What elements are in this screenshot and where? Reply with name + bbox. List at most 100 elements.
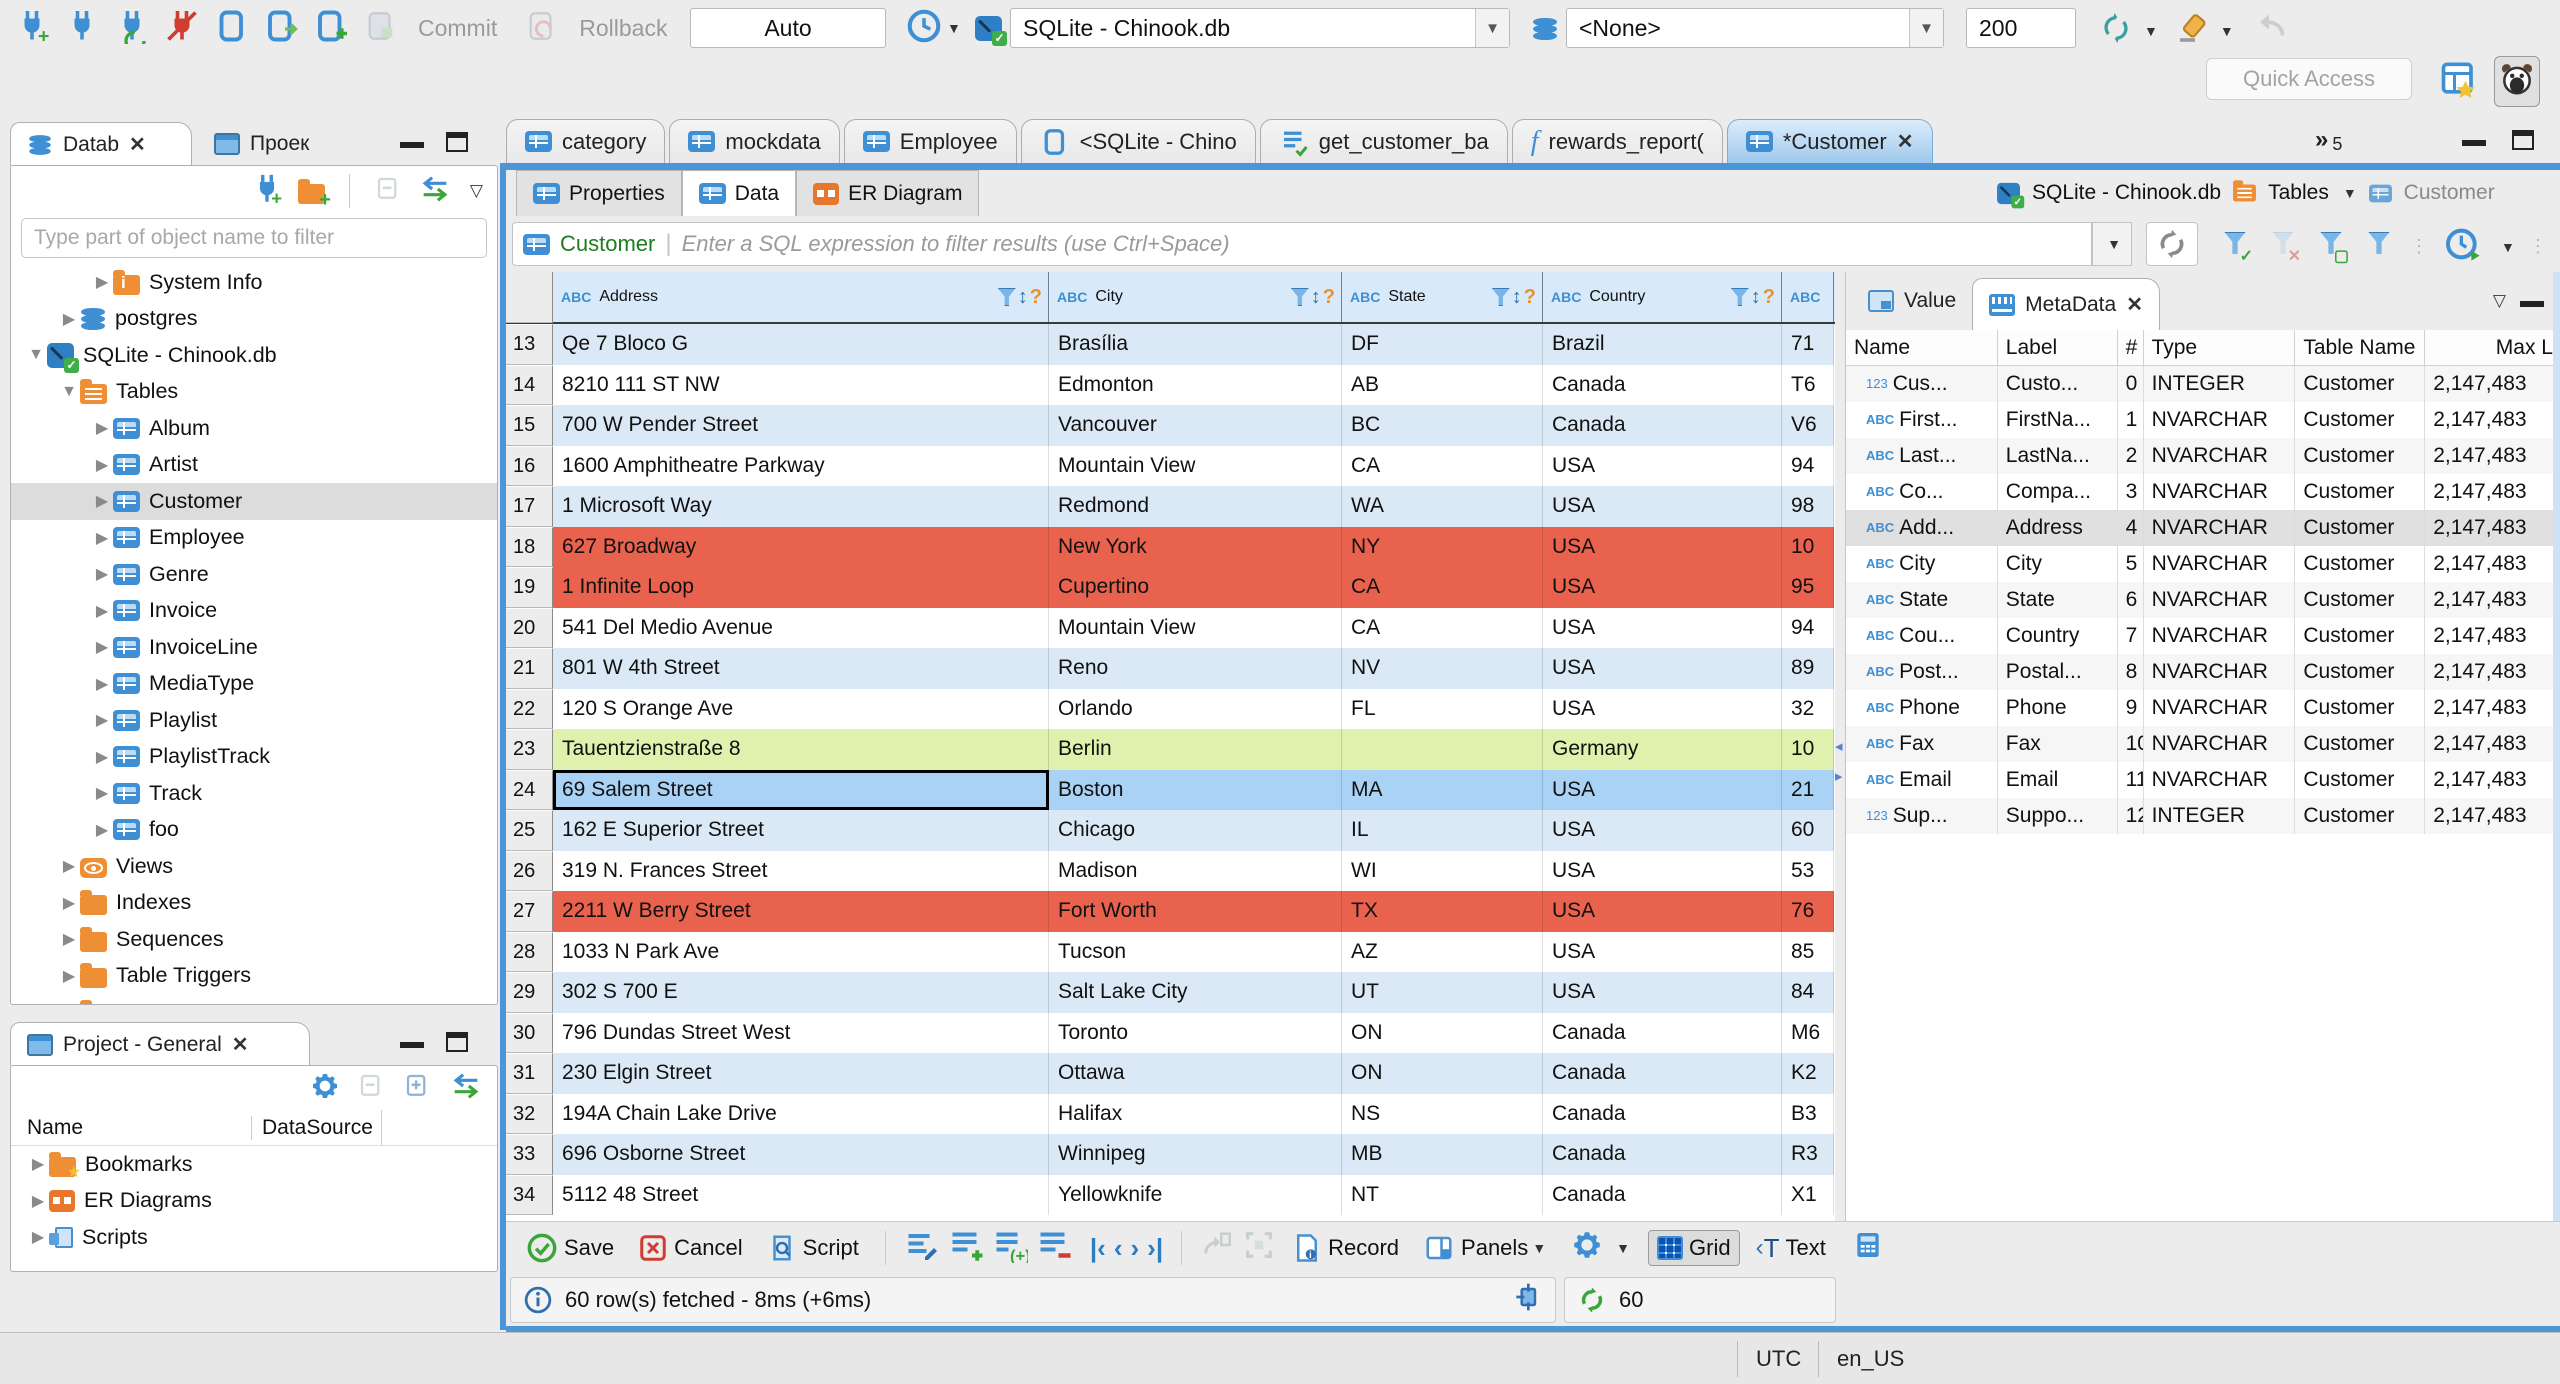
cell-country[interactable]: Canada [1543,1012,1782,1053]
cell-postal[interactable]: 53 [1782,850,1834,891]
cell-country[interactable]: USA [1543,972,1782,1013]
close-icon[interactable]: ✕ [129,132,146,157]
metadata-row[interactable]: 123 Sup... Suppo...12INTEGERCustomer2,147,… [1846,798,2560,834]
metadata-row[interactable]: ABC Phone Phone 9 NVARCHAR Customer 2,147,483 [1846,690,2560,726]
tree-item-invoice[interactable]: ▶ Invoice [11,593,497,630]
cell-state[interactable]: UT [1342,972,1543,1013]
cell-country[interactable]: Canada [1543,364,1782,405]
object-filter-input[interactable] [21,218,487,258]
tree-item-playlist[interactable]: ▶ Playlist [11,702,497,739]
cell-address[interactable]: 1 Infinite Loop [553,567,1049,608]
expander-icon[interactable]: ▶ [27,1191,49,1211]
cell-state[interactable]: NT [1342,1174,1543,1215]
sort-icon[interactable]: ↕ [1018,286,1028,309]
row-number[interactable]: 22 [506,688,553,729]
expander-icon[interactable]: ▶ [91,710,113,730]
refresh-connection-icon[interactable] [2098,10,2134,51]
cell-state[interactable]: MB [1342,1134,1543,1175]
duplicate-row-icon[interactable]: (+) [992,1227,1031,1269]
meta-cell-name[interactable]: ABC Post... [1846,654,1998,690]
sort-icon[interactable]: ↕ [1512,286,1522,309]
tab-project-general[interactable]: Project - General ✕ [10,1022,310,1066]
editor-tab--sqlite-chino[interactable]: <SQLite - Chino [1020,119,1256,163]
tree-item-track[interactable]: ▶ Track [11,775,497,812]
cell-state[interactable]: NV [1342,648,1543,689]
row-number[interactable]: 23 [506,729,553,770]
maximize-icon[interactable] [446,132,468,152]
column-header-datasource[interactable]: DataSource [251,1115,381,1140]
filter-column-icon[interactable] [1730,288,1749,306]
editor-tab-employee[interactable]: Employee [843,119,1017,163]
meta-column-header-type[interactable]: Type [2144,329,2296,366]
cell-state[interactable]: BC [1342,405,1543,446]
cell-address[interactable]: 1033 N Park Ave [553,931,1049,972]
row-number[interactable]: 13 [506,324,553,365]
editor-tab--customer[interactable]: *Customer ✕ [1726,119,1933,163]
cell-state[interactable]: TX [1342,891,1543,932]
table-row[interactable]: 18 627 Broadway New York NY USA 10 [506,526,1835,567]
expander-icon[interactable]: ▶ [91,637,113,657]
cell-address[interactable]: 230 Elgin Street [553,1053,1049,1094]
cell-postal[interactable]: 21 [1782,769,1834,810]
column-header-postalcode[interactable]: ABC [1782,272,1834,322]
row-number[interactable]: 19 [506,567,553,608]
cell-city[interactable]: Winnipeg [1049,1134,1342,1175]
cell-country[interactable]: Canada [1543,1134,1782,1175]
refresh-results-button[interactable] [2146,222,2198,266]
tree-item-postgres[interactable]: ▶ postgres [11,301,497,338]
expander-icon[interactable]: ▶ [58,893,80,913]
metadata-row[interactable]: ABC City City 5 NVARCHAR Customer 2,147,483 [1846,546,2560,582]
cell-address[interactable]: 541 Del Medio Avenue [553,607,1049,648]
cell-postal[interactable]: 10 [1782,729,1834,770]
meta-column-header-name[interactable]: Name [1846,329,1998,366]
cell-country[interactable]: USA [1543,891,1782,932]
row-number[interactable]: 28 [506,931,553,972]
cell-state[interactable]: AZ [1342,931,1543,972]
expander-icon[interactable]: ▶ [58,309,80,329]
sort-icon[interactable]: ↕ [1311,286,1321,309]
cell-address[interactable]: 302 S 700 E [553,972,1049,1013]
meta-cell-name[interactable]: 123 Cus... [1846,366,1998,402]
tab-data[interactable]: Data [681,170,797,216]
cell-state[interactable]: WA [1342,486,1543,527]
table-row[interactable]: 13 Qe 7 Bloco G Brasília DF Brazil 71 [506,324,1835,365]
table-row[interactable]: 25 162 E Superior Street Chicago IL USA 60 [506,810,1835,851]
expander-icon[interactable]: ▼ [58,383,80,401]
expander-icon[interactable]: ▶ [91,455,113,475]
table-row[interactable]: 33 696 Osborne Street Winnipeg MB Canada R3 [506,1134,1835,1175]
meta-column-header-table-name[interactable]: Table Name [2295,329,2426,366]
tab-overflow-chevron[interactable]: » 5 [2315,124,2342,155]
fetch-size-input[interactable]: 200 [1966,8,2076,48]
cell-state[interactable]: ON [1342,1053,1543,1094]
cell-state[interactable]: CA [1342,445,1543,486]
cell-postal[interactable]: 76 [1782,891,1834,932]
gear-caret[interactable]: ▼ [1616,1240,1630,1256]
table-row[interactable]: 29 302 S 700 E Salt Lake City UT USA 84 [506,972,1835,1013]
reconnect-icon[interactable] [114,8,150,52]
previous-row-button[interactable]: ‹ [1114,1235,1123,1261]
rollback-button[interactable]: Rollback [579,15,667,42]
row-number[interactable]: 32 [506,1093,553,1134]
filter-column-icon[interactable] [997,288,1016,306]
expander-icon[interactable]: ▶ [58,1002,80,1004]
erase-dropdown-caret[interactable]: ▼ [2220,23,2234,39]
table-row[interactable]: 32 194A Chain Lake Drive Halifax NS Canada B3 [506,1093,1835,1134]
expander-icon[interactable]: ▶ [91,747,113,767]
meta-cell-name[interactable]: ABC State [1846,582,1998,618]
table-row[interactable]: 17 1 Microsoft Way Redmond WA USA 98 [506,486,1835,527]
tree-item-sqlite-chinook-db[interactable]: ▼ SQLite - Chinook.db [11,337,497,374]
save-button[interactable]: Save [518,1228,622,1268]
cell-state[interactable]: IL [1342,810,1543,851]
cell-postal[interactable]: K2 [1782,1053,1834,1094]
tree-item-sequences[interactable]: ▶ Sequences [11,921,497,958]
new-connection-icon[interactable]: + [14,8,50,49]
sql-editor-icon[interactable] [214,8,250,49]
cell-postal[interactable]: 98 [1782,486,1834,527]
meta-cell-name[interactable]: ABC Fax [1846,726,1998,762]
tree-item-views[interactable]: ▶ Views [11,848,497,885]
row-number[interactable]: 30 [506,1012,553,1053]
cell-postal[interactable]: M6 [1782,1012,1834,1053]
row-number[interactable]: 29 [506,972,553,1013]
cell-country[interactable]: Brazil [1543,324,1782,365]
cell-address[interactable]: 5112 48 Street [553,1174,1049,1215]
